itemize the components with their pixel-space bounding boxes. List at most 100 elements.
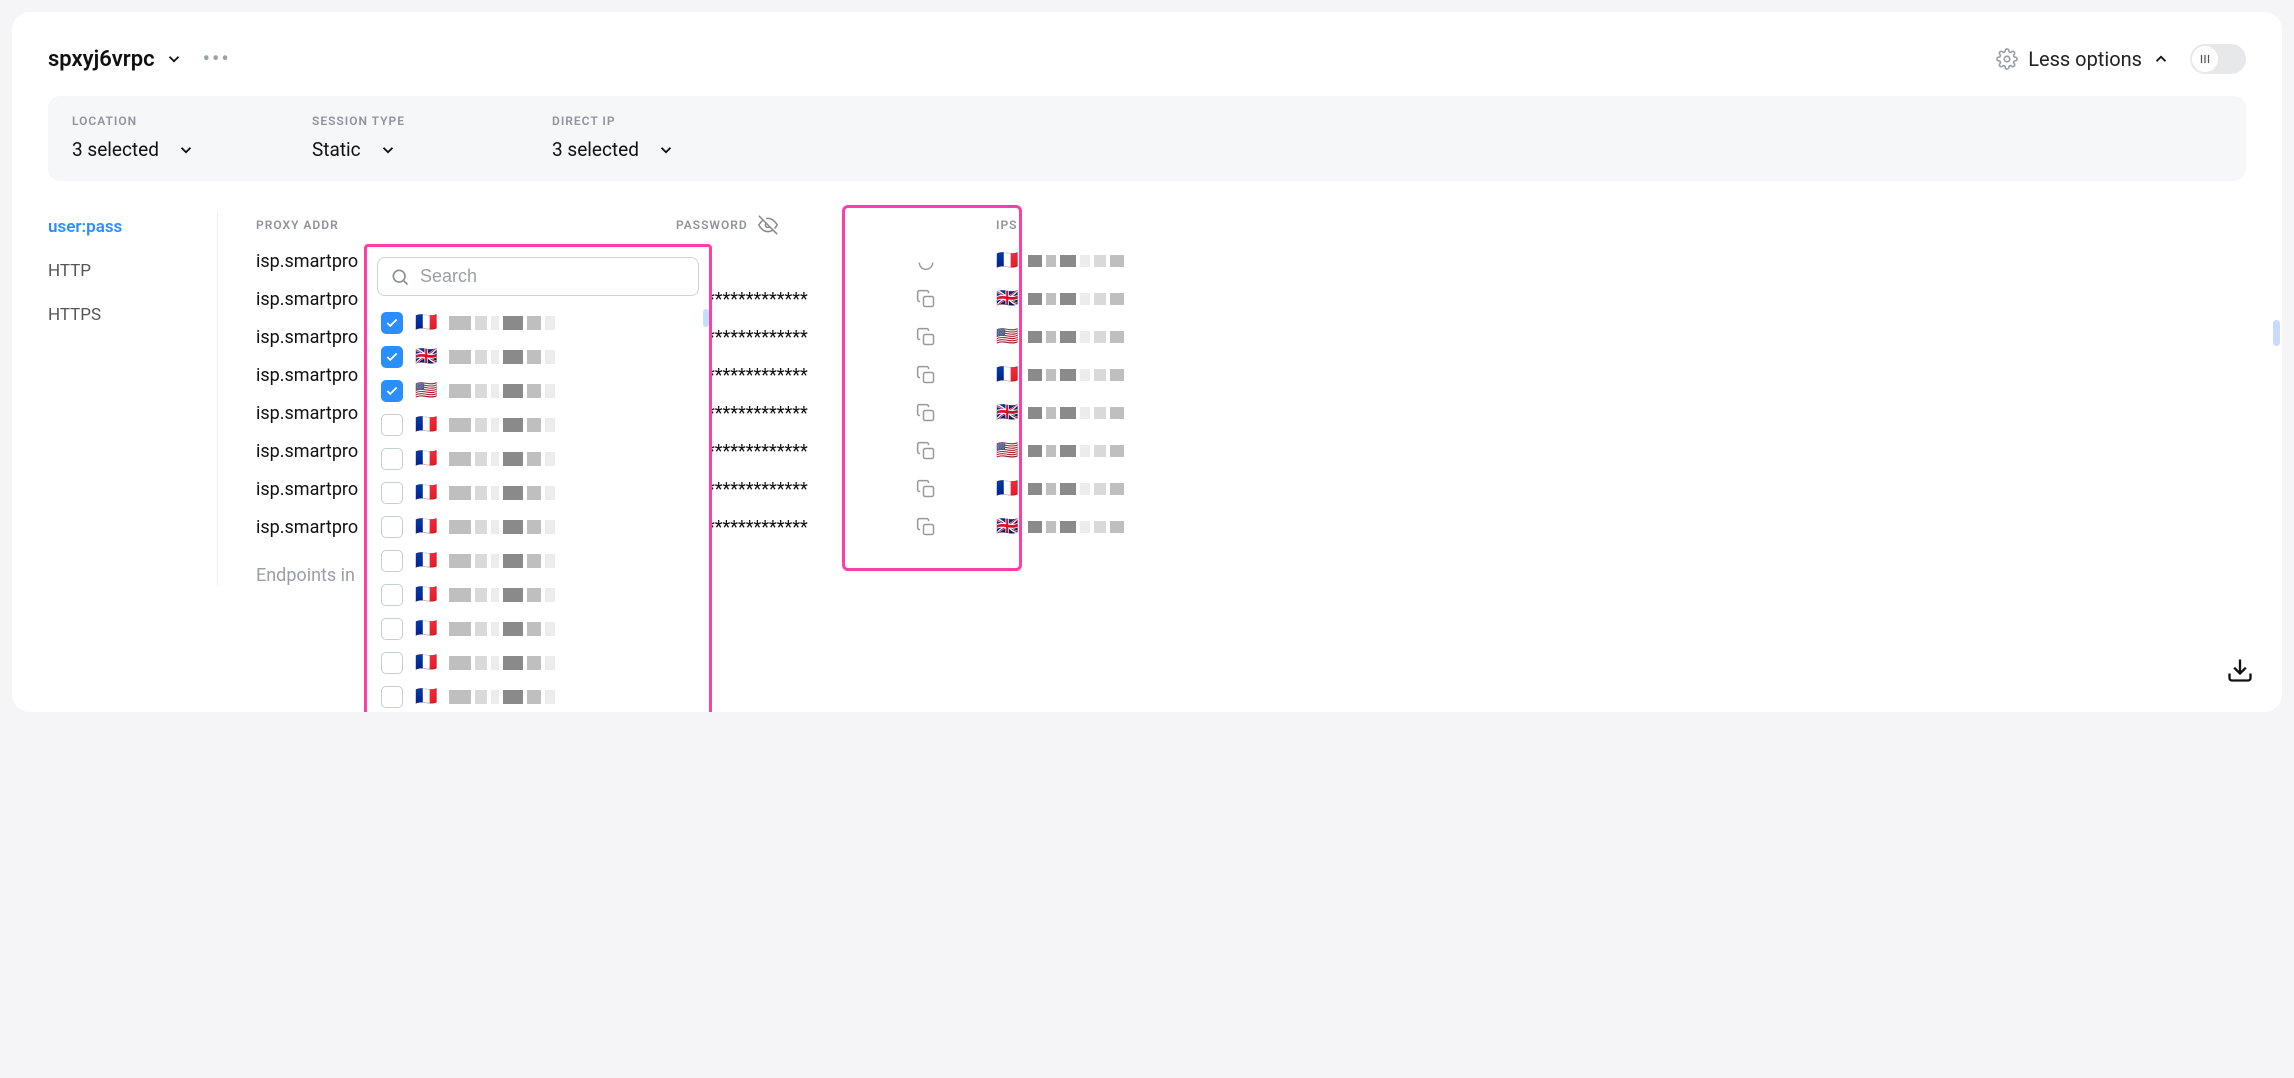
format-tabs: user:pass HTTP HTTPS (48, 213, 218, 586)
title-dropdown[interactable]: spxyj6vrpc (48, 47, 183, 72)
col-password-header: PASSWORD (676, 213, 936, 237)
password-row: ***************** (676, 401, 936, 425)
copy-icon[interactable] (916, 403, 936, 423)
chevron-down-icon (379, 141, 397, 159)
flag-icon: 🇬🇧 (996, 518, 1018, 536)
filter-session-type-value: Static (312, 138, 361, 161)
dropdown-checkbox[interactable] (381, 380, 403, 402)
dropdown-checkbox[interactable] (381, 550, 403, 572)
filter-direct-ip-select[interactable]: 3 selected (552, 138, 722, 161)
chevron-down-icon (177, 141, 195, 159)
eye-off-icon[interactable] (758, 215, 778, 235)
header: spxyj6vrpc ••• Less options (48, 36, 2246, 96)
filter-session-type-select[interactable]: Static (312, 138, 482, 161)
ip-row: 🇬🇧 (996, 515, 1216, 539)
dropdown-checkbox[interactable] (381, 312, 403, 334)
filter-location-value: 3 selected (72, 138, 159, 161)
tab-http[interactable]: HTTP (48, 261, 199, 281)
copy-icon[interactable] (916, 289, 936, 309)
proxy-host: isp.smartpro (256, 327, 358, 348)
dropdown-item[interactable]: 🇫🇷 (377, 544, 699, 578)
copy-icon[interactable] (916, 479, 936, 499)
col-proxy-header: PROXY ADDR (256, 213, 616, 237)
col-password: PASSWORD x******************************… (676, 213, 936, 586)
proxy-host: isp.smartpro (256, 517, 358, 538)
less-options-label: Less options (2028, 47, 2142, 71)
col-ips-rows: 🇫🇷 🇬🇧 🇺🇸 🇫🇷 🇬🇧 🇺🇸 🇫🇷 🇬🇧 (996, 249, 1216, 539)
password-row: ***************** (676, 477, 936, 501)
proxy-host: isp.smartpro (256, 289, 358, 310)
flag-icon: 🇺🇸 (415, 382, 437, 400)
chevron-up-icon (2152, 50, 2170, 68)
gear-icon (1996, 48, 2018, 70)
ip-row: 🇺🇸 (996, 439, 1216, 463)
flag-icon: 🇫🇷 (415, 416, 437, 434)
flag-icon: 🇫🇷 (415, 620, 437, 638)
copy-icon[interactable] (916, 517, 936, 537)
dropdown-item[interactable]: 🇫🇷 (377, 680, 699, 712)
dropdown-checkbox[interactable] (381, 482, 403, 504)
dropdown-checkbox[interactable] (381, 516, 403, 538)
dropdown-item[interactable]: 🇫🇷 (377, 442, 699, 476)
filter-location: LOCATION 3 selected (72, 114, 242, 161)
password-row: ***************** (676, 363, 936, 387)
ip-row: 🇫🇷 (996, 363, 1216, 387)
flag-icon: 🇫🇷 (415, 552, 437, 570)
flag-icon: 🇫🇷 (415, 450, 437, 468)
dropdown-checkbox[interactable] (381, 448, 403, 470)
scrollbar-thumb[interactable] (2273, 320, 2280, 346)
flag-icon: 🇫🇷 (415, 586, 437, 604)
tab-userpass[interactable]: user:pass (48, 217, 199, 237)
flag-icon: 🇫🇷 (415, 654, 437, 672)
filter-location-select[interactable]: 3 selected (72, 138, 242, 161)
copy-icon[interactable] (916, 365, 936, 385)
dropdown-checkbox[interactable] (381, 584, 403, 606)
ip-row: 🇬🇧 (996, 401, 1216, 425)
dropdown-search[interactable] (377, 257, 699, 296)
dropdown-search-input[interactable] (420, 266, 686, 287)
less-options-toggle[interactable]: Less options (1996, 47, 2170, 71)
flag-icon: 🇺🇸 (996, 328, 1018, 346)
search-icon (390, 267, 410, 287)
tab-https[interactable]: HTTPS (48, 305, 199, 325)
dropdown-item[interactable]: 🇫🇷 (377, 578, 699, 612)
col-password-label: PASSWORD (676, 218, 748, 232)
chevron-down-icon (165, 50, 183, 68)
dropdown-checkbox[interactable] (381, 618, 403, 640)
password-row: ***************** (676, 439, 936, 463)
dropdown-item[interactable]: 🇺🇸 (377, 374, 699, 408)
flag-icon: 🇫🇷 (996, 366, 1018, 384)
proxy-host: isp.smartpro (256, 251, 358, 272)
view-toggle[interactable] (2190, 44, 2246, 74)
flag-icon: 🇫🇷 (415, 314, 437, 332)
proxy-host: isp.smartpro (256, 479, 358, 500)
flag-icon: 🇫🇷 (415, 484, 437, 502)
flag-icon: 🇫🇷 (996, 252, 1018, 270)
dropdown-item[interactable]: 🇫🇷 (377, 306, 699, 340)
dropdown-item[interactable]: 🇫🇷 (377, 646, 699, 680)
filter-direct-ip-value: 3 selected (552, 138, 639, 161)
flag-icon: 🇺🇸 (996, 442, 1018, 460)
proxy-host: isp.smartpro (256, 441, 358, 462)
ip-row: 🇬🇧 (996, 287, 1216, 311)
password-row: ***************** (676, 287, 936, 311)
copy-icon[interactable] (916, 327, 936, 347)
flag-icon: 🇫🇷 (415, 688, 437, 706)
dropdown-checkbox[interactable] (381, 414, 403, 436)
copy-icon[interactable] (916, 441, 936, 461)
dropdown-checkbox[interactable] (381, 652, 403, 674)
dropdown-checkbox[interactable] (381, 686, 403, 708)
flag-icon: 🇬🇧 (996, 404, 1018, 422)
copy-icon[interactable] (916, 251, 936, 271)
dropdown-item[interactable]: 🇫🇷 (377, 510, 699, 544)
dropdown-item[interactable]: 🇫🇷 (377, 408, 699, 442)
dropdown-checkbox[interactable] (381, 346, 403, 368)
download-button[interactable] (2226, 656, 2254, 684)
ip-row: 🇫🇷 (996, 477, 1216, 501)
dropdown-item[interactable]: 🇬🇧 (377, 340, 699, 374)
proxy-host: isp.smartpro (256, 403, 358, 424)
chevron-down-icon (657, 141, 675, 159)
more-menu-button[interactable]: ••• (197, 47, 237, 72)
dropdown-item[interactable]: 🇫🇷 (377, 612, 699, 646)
dropdown-item[interactable]: 🇫🇷 (377, 476, 699, 510)
